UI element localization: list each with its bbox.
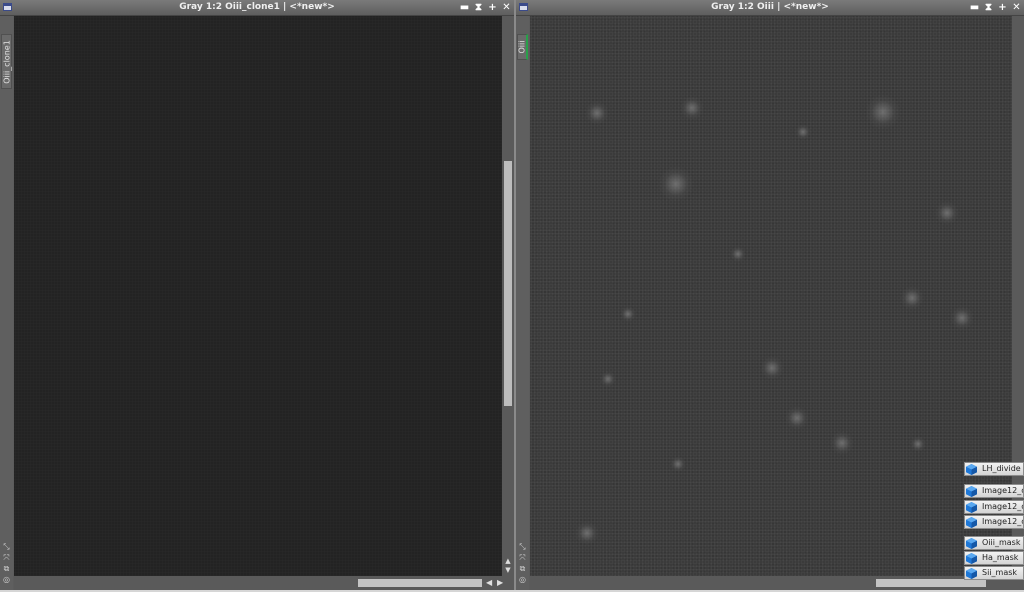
image-window-oiii[interactable]: Gray 1:2 Oiii | <*new*> ▬ ⧗ + ✕ Oiii ⤡ ⤧… bbox=[516, 0, 1024, 590]
image-icon-label: Ha_mask bbox=[982, 553, 1019, 562]
vertical-scrollbar[interactable]: ▲ ▼ bbox=[502, 16, 514, 576]
star-blob bbox=[830, 431, 854, 455]
star-blob bbox=[910, 436, 926, 452]
target-icon[interactable]: ◎ bbox=[517, 575, 528, 584]
image-icon[interactable]: Image12_c bbox=[964, 484, 1024, 498]
window-titlebar[interactable]: Gray 1:2 Oiii | <*new*> ▬ ⧗ + ✕ bbox=[516, 0, 1024, 16]
horizontal-scroll-thumb[interactable] bbox=[876, 579, 986, 587]
copy-icon[interactable]: ⧉ bbox=[1, 564, 12, 573]
image-icon[interactable]: Image12_c bbox=[964, 500, 1024, 514]
scroll-left-arrow[interactable]: ◀ bbox=[486, 576, 492, 590]
star-blob bbox=[730, 246, 746, 262]
view-tab-label: Oiii bbox=[517, 40, 527, 54]
cube-icon bbox=[966, 502, 977, 513]
scroll-right-arrow[interactable]: ▶ bbox=[497, 576, 503, 590]
minimize-button[interactable]: ▬ bbox=[459, 0, 470, 15]
star-blob bbox=[950, 306, 974, 330]
cube-icon bbox=[966, 486, 977, 497]
image-icon[interactable]: Oiii_mask bbox=[964, 536, 1024, 550]
star-blob bbox=[900, 286, 924, 310]
window-title: Gray 1:2 Oiii_clone1 | <*new*> bbox=[179, 2, 335, 12]
star-blob bbox=[935, 201, 959, 225]
star-blob bbox=[865, 94, 901, 130]
horizontal-scroll-thumb[interactable] bbox=[358, 579, 482, 587]
image-icon[interactable]: Sii_mask bbox=[964, 566, 1024, 580]
shade-button[interactable]: ⧗ bbox=[473, 0, 484, 15]
star-blob bbox=[585, 101, 609, 125]
minimize-button[interactable]: ▬ bbox=[969, 0, 980, 15]
expand-icon[interactable]: ⤧ bbox=[517, 553, 528, 562]
copy-icon[interactable]: ⧉ bbox=[517, 564, 528, 573]
image-icon[interactable]: Ha_mask bbox=[964, 551, 1024, 565]
window-titlebar[interactable]: Gray 1:2 Oiii_clone1 | <*new*> ▬ ⧗ + ✕ bbox=[0, 0, 514, 16]
image-window-oiii-clone1[interactable]: Gray 1:2 Oiii_clone1 | <*new*> ▬ ⧗ + ✕ O… bbox=[0, 0, 514, 590]
image-canvas[interactable] bbox=[530, 16, 1024, 576]
image-canvas[interactable] bbox=[14, 16, 502, 576]
star-blob bbox=[670, 456, 686, 472]
star-blob bbox=[600, 371, 616, 387]
zoom-fit-icon[interactable]: ⤡ bbox=[517, 542, 528, 551]
star-blob bbox=[785, 406, 809, 430]
close-button[interactable]: ✕ bbox=[501, 0, 512, 15]
image-icon-label: Oiii_mask bbox=[982, 538, 1021, 547]
image-icon-label: Image12_c bbox=[982, 517, 1024, 526]
window-side-strip: Oiii ⤡ ⤧ ⧉ ◎ bbox=[516, 16, 529, 590]
star-blob bbox=[620, 306, 636, 322]
view-tab[interactable]: Oiii bbox=[517, 34, 528, 60]
image-icon-label: Image12_c bbox=[982, 502, 1024, 511]
image-icon-label: Sii_mask bbox=[982, 568, 1018, 577]
cube-icon bbox=[966, 568, 977, 579]
expand-icon[interactable]: ⤧ bbox=[1, 553, 12, 562]
image-icon-label: Image12_c bbox=[982, 486, 1024, 495]
view-tab-label: Oiii_clone1 bbox=[2, 39, 11, 84]
maximize-button[interactable]: + bbox=[997, 0, 1008, 15]
cube-icon bbox=[966, 553, 977, 564]
star-blob bbox=[795, 124, 811, 140]
target-icon[interactable]: ◎ bbox=[1, 575, 12, 584]
cube-icon bbox=[966, 464, 977, 475]
star-blob bbox=[680, 96, 704, 120]
star-blob bbox=[760, 356, 784, 380]
window-title: Gray 1:2 Oiii | <*new*> bbox=[711, 2, 829, 12]
horizontal-scrollbar[interactable]: ◀ ▶ bbox=[14, 576, 514, 590]
zoom-fit-icon[interactable]: ⤡ bbox=[1, 542, 12, 551]
shade-button[interactable]: ⧗ bbox=[983, 0, 994, 15]
star-blob bbox=[575, 521, 599, 545]
cube-icon bbox=[966, 517, 977, 528]
scroll-down-arrow[interactable]: ▼ bbox=[502, 566, 514, 574]
maximize-button[interactable]: + bbox=[487, 0, 498, 15]
image-icon[interactable]: LH_divide bbox=[964, 462, 1024, 476]
vertical-scroll-thumb[interactable] bbox=[504, 161, 512, 406]
cube-icon bbox=[966, 538, 977, 549]
scroll-up-arrow[interactable]: ▲ bbox=[502, 557, 514, 565]
star-blob bbox=[658, 166, 694, 202]
horizontal-scrollbar[interactable] bbox=[530, 576, 1024, 590]
window-side-strip: Oiii_clone1 ⤡ ⤧ ⧉ ◎ bbox=[0, 16, 13, 590]
close-button[interactable]: ✕ bbox=[1011, 0, 1022, 15]
image-icon[interactable]: Image12_c bbox=[964, 515, 1024, 529]
image-icon-label: LH_divide bbox=[982, 464, 1021, 473]
view-tab[interactable]: Oiii_clone1 bbox=[1, 34, 12, 89]
